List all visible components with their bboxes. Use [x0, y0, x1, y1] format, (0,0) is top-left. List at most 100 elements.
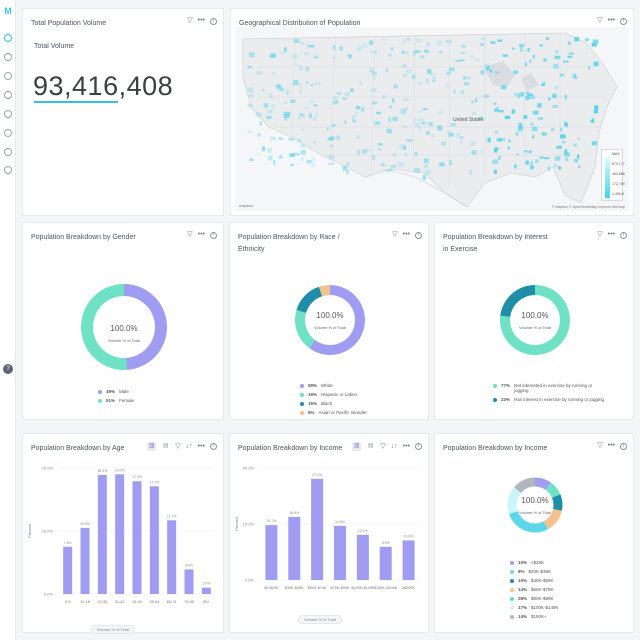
more-icon[interactable]: ••• — [608, 231, 615, 239]
filter-icon[interactable]: ▽ — [187, 231, 192, 239]
bar[interactable] — [115, 474, 125, 594]
density-cell — [567, 55, 573, 58]
legend-item[interactable]: 51% Female — [98, 398, 134, 403]
info-icon[interactable]: i — [210, 231, 217, 239]
bar[interactable] — [288, 516, 301, 580]
density-cell — [551, 128, 555, 131]
more-icon[interactable]: ••• — [198, 443, 205, 451]
nav-list-icon[interactable] — [4, 91, 12, 99]
bar-view-icon[interactable]: ▥ — [352, 442, 362, 451]
legend-item[interactable]: 14% $150K+ — [510, 614, 559, 619]
density-cell — [436, 40, 442, 45]
legend-item[interactable]: 5% Asian or Pacific Islander — [300, 410, 367, 415]
sort-icon[interactable]: ↓↑ — [391, 443, 398, 451]
race-donut[interactable]: 100.0% Volume % of Total — [230, 258, 430, 388]
bar[interactable] — [80, 527, 90, 594]
nav-chart-icon[interactable] — [4, 53, 12, 61]
legend-item[interactable]: 49% Male — [98, 389, 134, 394]
nav-alerts-icon[interactable] — [4, 166, 12, 174]
density-cell — [401, 50, 405, 54]
bar[interactable] — [97, 474, 107, 594]
legend-item[interactable]: 9% $20K-$39K — [510, 569, 559, 574]
filter-icon[interactable]: ▽ — [597, 17, 602, 25]
filter-icon[interactable]: ▽ — [175, 443, 180, 451]
legend-item[interactable]: 14% $60K-$79K — [510, 587, 559, 592]
income-bar-chart[interactable]: Percent 0.0% 15.0% 30.0% 14.7% $0-$29K 16.9% $3… — [230, 456, 430, 626]
app-logo[interactable]: M — [3, 6, 13, 16]
density-cell — [511, 109, 516, 115]
more-icon[interactable]: ••• — [198, 17, 205, 25]
bar[interactable] — [265, 525, 278, 580]
nav-data-icon[interactable] — [4, 72, 12, 80]
bar[interactable] — [402, 540, 415, 580]
more-icon[interactable]: ••• — [608, 17, 615, 25]
legend-item[interactable]: 77% Not interested in exercise by running… — [493, 383, 605, 393]
legend-item[interactable]: 19% Hispanic or Latino — [300, 392, 367, 397]
legend-item[interactable]: 59% White — [300, 383, 367, 388]
density-cell — [519, 46, 523, 52]
bar[interactable] — [132, 481, 142, 594]
age-bar-chart[interactable]: Percent 0.0% 10.0% 20.0% 7.5% 0-9 10.5% 10-18 18… — [23, 456, 225, 626]
bar[interactable] — [379, 546, 392, 580]
bar[interactable] — [149, 486, 159, 594]
sort-icon[interactable]: ↓↑ — [186, 443, 193, 451]
legend-item[interactable]: 23% Has interest in exercise by running o… — [493, 397, 605, 402]
info-icon[interactable]: i — [415, 231, 422, 239]
info-icon[interactable]: i — [210, 443, 217, 450]
bar[interactable] — [311, 478, 324, 580]
bar-view-icon[interactable]: ▥ — [147, 442, 157, 451]
density-cell — [591, 42, 597, 47]
more-icon[interactable]: ••• — [608, 442, 615, 450]
bar[interactable] — [201, 587, 211, 594]
x-tick-label: $50K-$74K — [308, 586, 327, 590]
bar[interactable] — [63, 546, 73, 594]
density-cell — [552, 104, 558, 108]
nav-settings-icon[interactable] — [4, 148, 12, 156]
legend-item[interactable]: 10% $40K-$59K — [510, 578, 559, 583]
nav-bookmark-icon[interactable] — [4, 129, 12, 137]
donut-slice[interactable] — [295, 310, 316, 349]
density-cell — [422, 174, 426, 180]
more-icon[interactable]: ••• — [403, 443, 410, 451]
help-icon[interactable]: ? — [3, 364, 13, 374]
table-view-icon[interactable]: ▤ — [161, 442, 170, 451]
legend-item[interactable]: 17% $100K-$149K — [510, 605, 559, 610]
table-view-icon[interactable]: ▤ — [366, 442, 375, 451]
info-icon[interactable]: i — [620, 231, 627, 239]
bar[interactable] — [334, 525, 346, 580]
filter-icon[interactable]: ▽ — [187, 17, 192, 25]
filter-icon[interactable]: ▽ — [597, 231, 602, 239]
more-icon[interactable]: ••• — [198, 231, 205, 239]
map-canvas[interactable]: United States MAX 870,177 463,886 172,78… — [235, 27, 629, 211]
map-attribution[interactable]: © Mapbox © OpenStreetMap Improve this ma… — [552, 205, 625, 209]
more-icon[interactable]: ••• — [403, 231, 410, 239]
exercise-donut[interactable]: 100.0% Volume % of Total — [435, 258, 635, 388]
bar[interactable] — [167, 520, 177, 594]
info-icon[interactable]: i — [210, 17, 217, 25]
legend-item[interactable]: 28% $80K-$99K — [510, 596, 559, 601]
density-cell — [256, 71, 263, 75]
density-cell — [426, 131, 430, 135]
filter-icon[interactable]: ▽ — [392, 231, 397, 239]
info-icon[interactable]: i — [415, 443, 422, 450]
density-cell — [422, 108, 428, 111]
income-donut[interactable]: 100.0% Volume % of Total — [435, 459, 635, 569]
info-icon[interactable]: i — [620, 17, 627, 25]
legend-value: 870,177 — [612, 162, 625, 166]
y-tick-label: 15.0% — [243, 522, 255, 527]
filter-icon[interactable]: ▽ — [597, 442, 602, 450]
gender-donut[interactable]: 100.0% Volume % of Total — [23, 243, 225, 393]
info-icon[interactable]: i — [620, 442, 627, 450]
x-tick-label: 43-54 — [132, 600, 142, 604]
bar[interactable] — [356, 534, 369, 580]
donut-slice[interactable] — [296, 286, 323, 313]
legend-item[interactable]: 10% <$20K — [510, 560, 559, 565]
bar[interactable] — [184, 569, 194, 594]
mapbox-logo[interactable]: mapbox — [239, 203, 253, 208]
legend-item[interactable]: 15% Black — [300, 401, 367, 406]
nav-trends-icon[interactable] — [4, 110, 12, 118]
nav-stats-icon[interactable] — [4, 34, 12, 42]
filter-icon[interactable]: ▽ — [380, 443, 385, 451]
x-tick-label: 75-85 — [184, 600, 194, 604]
density-cell — [424, 49, 429, 53]
